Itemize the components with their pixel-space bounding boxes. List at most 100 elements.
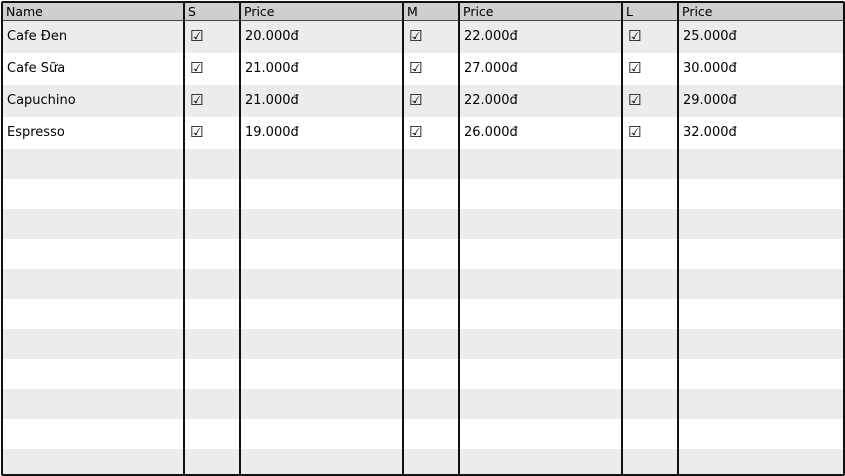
cell-name[interactable] — [3, 329, 185, 359]
cell-size-l-checkbox[interactable] — [622, 269, 679, 299]
column-header-price-m[interactable]: Price — [459, 3, 623, 21]
cell-price-s[interactable] — [240, 359, 404, 389]
cell-price-l[interactable] — [678, 269, 843, 299]
column-header-size-l[interactable]: L — [622, 3, 679, 21]
cell-name[interactable] — [3, 239, 185, 269]
cell-size-s-checkbox[interactable] — [184, 389, 241, 419]
cell-price-l[interactable] — [678, 359, 843, 389]
cell-price-m[interactable] — [459, 209, 623, 239]
empty-table-row[interactable] — [3, 329, 843, 359]
cell-size-l-checkbox[interactable] — [622, 419, 679, 449]
cell-size-m-checkbox[interactable]: ☑ — [403, 20, 460, 53]
cell-size-l-checkbox[interactable]: ☑ — [622, 53, 679, 85]
cell-size-m-checkbox[interactable]: ☑ — [403, 117, 460, 149]
cell-size-l-checkbox[interactable]: ☑ — [622, 117, 679, 149]
cell-size-m-checkbox[interactable] — [403, 329, 460, 359]
cell-price-s[interactable]: 20.000đ — [240, 20, 404, 53]
cell-price-m[interactable] — [459, 389, 623, 419]
cell-price-m[interactable] — [459, 149, 623, 179]
cell-size-m-checkbox[interactable] — [403, 269, 460, 299]
empty-table-row[interactable] — [3, 239, 843, 269]
checkbox-checked-icon[interactable]: ☑ — [627, 53, 641, 83]
cell-size-s-checkbox[interactable] — [184, 299, 241, 329]
cell-price-s[interactable] — [240, 179, 404, 209]
cell-price-s[interactable] — [240, 149, 404, 179]
cell-size-l-checkbox[interactable] — [622, 449, 679, 474]
cell-name[interactable] — [3, 299, 185, 329]
cell-price-l[interactable] — [678, 179, 843, 209]
cell-price-s[interactable] — [240, 389, 404, 419]
cell-price-s[interactable] — [240, 449, 404, 474]
cell-name[interactable] — [3, 419, 185, 449]
cell-size-l-checkbox[interactable]: ☑ — [622, 20, 679, 53]
cell-price-l[interactable] — [678, 149, 843, 179]
cell-price-s[interactable] — [240, 419, 404, 449]
cell-price-l[interactable] — [678, 389, 843, 419]
cell-price-s[interactable] — [240, 209, 404, 239]
empty-table-row[interactable] — [3, 299, 843, 329]
cell-size-m-checkbox[interactable] — [403, 359, 460, 389]
checkbox-checked-icon[interactable]: ☑ — [627, 117, 641, 147]
cell-price-m[interactable] — [459, 419, 623, 449]
cell-price-m[interactable]: 22.000đ — [459, 85, 623, 117]
table-row[interactable]: Cafe Đen ☑ 20.000đ ☑ 22.000đ ☑ 25.000đ — [3, 20, 843, 53]
column-header-price-l[interactable]: Price — [678, 3, 843, 21]
cell-price-l[interactable] — [678, 449, 843, 474]
cell-size-s-checkbox[interactable] — [184, 179, 241, 209]
cell-size-m-checkbox[interactable] — [403, 419, 460, 449]
column-header-size-s[interactable]: S — [184, 3, 241, 21]
cell-price-m[interactable]: 26.000đ — [459, 117, 623, 149]
cell-price-l[interactable]: 30.000đ — [678, 53, 843, 85]
cell-price-s[interactable] — [240, 239, 404, 269]
empty-table-row[interactable] — [3, 389, 843, 419]
cell-size-s-checkbox[interactable] — [184, 449, 241, 474]
checkbox-checked-icon[interactable]: ☑ — [189, 53, 203, 83]
cell-size-l-checkbox[interactable] — [622, 149, 679, 179]
cell-name[interactable] — [3, 269, 185, 299]
cell-price-s[interactable] — [240, 269, 404, 299]
cell-size-s-checkbox[interactable] — [184, 239, 241, 269]
cell-size-m-checkbox[interactable]: ☑ — [403, 53, 460, 85]
checkbox-checked-icon[interactable]: ☑ — [189, 21, 203, 51]
cell-size-s-checkbox[interactable] — [184, 419, 241, 449]
column-header-price-s[interactable]: Price — [240, 3, 404, 21]
cell-name[interactable]: Capuchino — [3, 85, 185, 117]
cell-price-m[interactable] — [459, 299, 623, 329]
cell-size-l-checkbox[interactable] — [622, 299, 679, 329]
cell-price-s[interactable]: 21.000đ — [240, 85, 404, 117]
cell-price-s[interactable] — [240, 329, 404, 359]
cell-size-m-checkbox[interactable]: ☑ — [403, 85, 460, 117]
cell-size-s-checkbox[interactable]: ☑ — [184, 117, 241, 149]
cell-name[interactable] — [3, 449, 185, 474]
cell-price-l[interactable]: 25.000đ — [678, 20, 843, 53]
cell-price-l[interactable]: 29.000đ — [678, 85, 843, 117]
cell-size-l-checkbox[interactable] — [622, 389, 679, 419]
checkbox-checked-icon[interactable]: ☑ — [408, 117, 422, 147]
checkbox-checked-icon[interactable]: ☑ — [408, 53, 422, 83]
cell-size-l-checkbox[interactable] — [622, 359, 679, 389]
cell-name[interactable] — [3, 209, 185, 239]
cell-size-l-checkbox[interactable]: ☑ — [622, 85, 679, 117]
cell-size-s-checkbox[interactable]: ☑ — [184, 85, 241, 117]
cell-price-m[interactable] — [459, 329, 623, 359]
cell-size-m-checkbox[interactable] — [403, 209, 460, 239]
cell-name[interactable]: Cafe Đen — [3, 20, 185, 53]
cell-name[interactable] — [3, 149, 185, 179]
column-header-size-m[interactable]: M — [403, 3, 460, 21]
cell-price-m[interactable] — [459, 449, 623, 474]
cell-price-l[interactable] — [678, 329, 843, 359]
cell-price-s[interactable] — [240, 299, 404, 329]
cell-size-m-checkbox[interactable] — [403, 389, 460, 419]
empty-table-row[interactable] — [3, 359, 843, 389]
cell-size-m-checkbox[interactable] — [403, 179, 460, 209]
cell-price-l[interactable] — [678, 239, 843, 269]
cell-size-s-checkbox[interactable] — [184, 149, 241, 179]
cell-name[interactable] — [3, 359, 185, 389]
table-row[interactable]: Capuchino ☑ 21.000đ ☑ 22.000đ ☑ 29.000đ — [3, 85, 843, 117]
empty-table-row[interactable] — [3, 209, 843, 239]
cell-name[interactable]: Cafe Sữa — [3, 53, 185, 85]
table-row[interactable]: Cafe Sữa ☑ 21.000đ ☑ 27.000đ ☑ 30.000đ — [3, 53, 843, 85]
cell-size-m-checkbox[interactable] — [403, 149, 460, 179]
cell-price-m[interactable]: 27.000đ — [459, 53, 623, 85]
cell-size-l-checkbox[interactable] — [622, 239, 679, 269]
